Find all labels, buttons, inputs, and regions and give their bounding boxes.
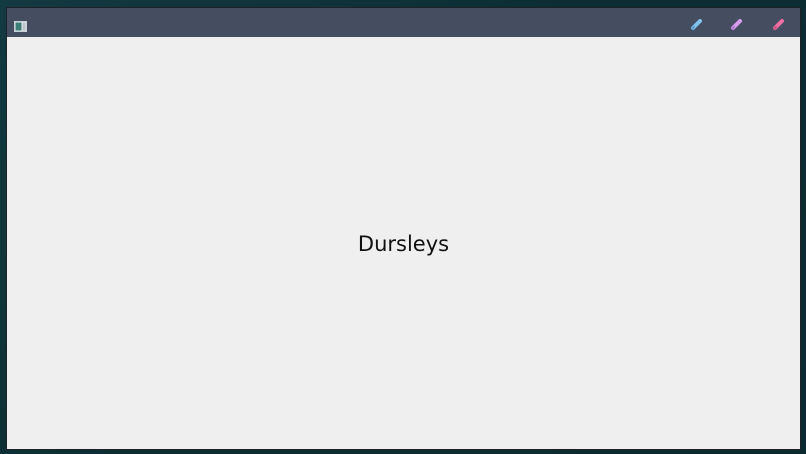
pencil-icon <box>730 18 743 31</box>
maximize-button[interactable] <box>730 16 743 29</box>
close-button[interactable] <box>772 16 785 29</box>
center-label: Dursleys <box>7 232 800 256</box>
pencil-icon <box>772 18 785 31</box>
pencil-icon <box>690 18 703 31</box>
window-titlebar[interactable] <box>7 8 800 37</box>
minimize-button[interactable] <box>690 16 703 29</box>
window-app-icon <box>14 17 27 28</box>
desktop-background: Dursleys <box>0 0 806 454</box>
window-content: Dursleys <box>7 37 800 449</box>
app-window: Dursleys <box>7 8 800 449</box>
